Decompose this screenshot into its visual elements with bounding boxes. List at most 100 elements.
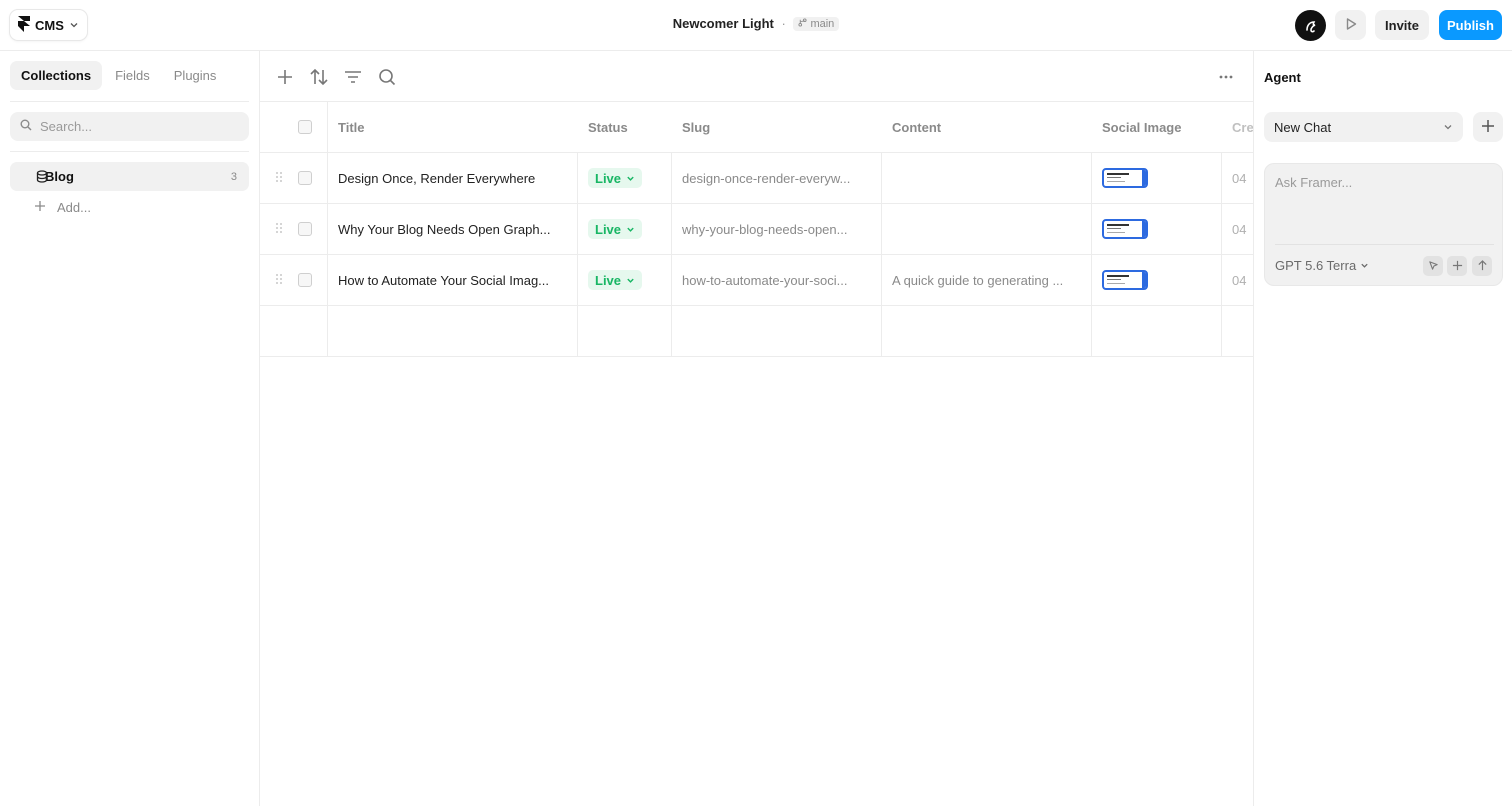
empty-cell[interactable] [882,306,1092,356]
column-header-status[interactable]: Status [578,102,672,152]
content-cell[interactable] [882,204,1092,254]
invite-button[interactable]: Invite [1375,10,1429,40]
table-row[interactable]: Why Your Blog Needs Open Graph... Live w… [260,204,1253,255]
drag-handle-icon[interactable] [275,273,283,288]
slug-cell[interactable]: design-once-render-everyw... [672,153,882,203]
column-header-content[interactable]: Content [882,102,1092,152]
agent-panel-title: Agent [1264,70,1301,85]
column-header-social-image[interactable]: Social Image [1092,102,1222,152]
title-cell[interactable]: Why Your Blog Needs Open Graph... [328,204,578,254]
add-item-plus-icon[interactable] [274,66,296,88]
created-cell[interactable]: 04 [1222,204,1253,254]
sidebar: Collections Fields Plugins Blog 3 Add... [0,51,260,806]
select-element-button[interactable] [1423,256,1443,276]
model-select-dropdown[interactable]: GPT 5.6 Terra [1275,258,1369,273]
branch-name: main [810,18,835,30]
add-collection-label: Add... [57,199,91,215]
sidebar-tabs: Collections Fields Plugins [10,61,227,90]
divider [10,101,249,102]
row-checkbox[interactable] [298,273,312,287]
created-text: 04 [1232,221,1247,237]
empty-new-row[interactable] [260,306,1253,357]
slug-text: why-your-blog-needs-open... [682,221,848,237]
arrow-up-icon [1477,259,1488,274]
content-cell[interactable]: A quick guide to generating ... [882,255,1092,305]
empty-cell[interactable] [328,306,578,356]
chat-select-dropdown[interactable]: New Chat [1264,112,1463,142]
main-content: Title Status Slug Content Social Image C… [260,51,1253,806]
divider [1275,244,1494,245]
title-cell[interactable]: How to Automate Your Social Imag... [328,255,578,305]
chevron-down-icon [626,222,635,237]
created-cell[interactable]: 04 [1222,153,1253,203]
content-text: A quick guide to generating ... [892,272,1064,288]
chat-select-label: New Chat [1274,119,1332,135]
drag-handle-icon[interactable] [275,171,283,186]
status-dropdown[interactable]: Live [588,168,643,188]
agent-avatar-icon[interactable] [1295,10,1326,41]
plus-icon [34,200,46,215]
tab-plugins[interactable]: Plugins [163,61,228,90]
empty-cell[interactable] [578,306,672,356]
status-cell: Live [578,204,672,254]
agent-panel: Agent New Chat GPT 5.6 Terra [1253,51,1512,806]
table-row[interactable]: How to Automate Your Social Imag... Live… [260,255,1253,306]
drag-handle-icon[interactable] [275,222,283,237]
social-image-thumbnail[interactable] [1102,168,1148,188]
more-options-icon[interactable] [1215,66,1237,88]
social-image-thumbnail[interactable] [1102,219,1148,239]
play-icon [1344,17,1358,34]
tab-collections[interactable]: Collections [10,61,103,90]
row-select-cell [260,255,328,305]
status-dropdown[interactable]: Live [588,219,643,239]
tab-fields[interactable]: Fields [104,61,161,90]
search-input[interactable] [40,119,230,134]
status-label: Live [595,170,622,186]
collection-search[interactable] [10,112,249,141]
content-cell[interactable] [882,153,1092,203]
title-text: Design Once, Render Everywhere [338,170,536,186]
prompt-input[interactable] [1275,175,1494,235]
cms-table: Title Status Slug Content Social Image C… [260,102,1253,357]
search-icon[interactable] [376,66,398,88]
sort-icon[interactable] [308,66,330,88]
created-text: 04 [1232,272,1247,288]
column-header-title[interactable]: Title [328,102,578,152]
cursor-arrow-icon [1428,259,1439,274]
column-header-slug[interactable]: Slug [672,102,882,152]
social-image-thumbnail[interactable] [1102,270,1148,290]
table-row[interactable]: Design Once, Render Everywhere Live desi… [260,153,1253,204]
status-dropdown[interactable]: Live [588,270,643,290]
status-cell: Live [578,153,672,203]
branch-badge[interactable]: main [793,17,840,31]
column-header-created[interactable]: Cre [1222,102,1253,152]
project-name[interactable]: Newcomer Light [673,16,774,31]
chevron-down-icon [626,171,635,186]
chevron-down-icon [1443,120,1453,135]
social-image-cell[interactable] [1092,153,1222,203]
row-checkbox[interactable] [298,171,312,185]
slug-cell[interactable]: why-your-blog-needs-open... [672,204,882,254]
row-checkbox[interactable] [298,222,312,236]
add-collection-button[interactable]: Add... [34,197,91,217]
filter-icon[interactable] [342,66,364,88]
new-chat-button[interactable] [1473,112,1503,142]
select-all-checkbox[interactable] [298,120,312,134]
sidebar-item-blog[interactable]: Blog 3 [10,162,249,191]
empty-cell[interactable] [1092,306,1222,356]
social-image-cell[interactable] [1092,255,1222,305]
preview-button[interactable] [1335,10,1366,40]
title-cell[interactable]: Design Once, Render Everywhere [328,153,578,203]
created-text: 04 [1232,170,1247,186]
empty-cell[interactable] [1222,306,1253,356]
publish-button[interactable]: Publish [1439,10,1502,40]
attach-button[interactable] [1447,256,1467,276]
slug-cell[interactable]: how-to-automate-your-soci... [672,255,882,305]
collection-count: 3 [230,170,237,183]
social-image-cell[interactable] [1092,204,1222,254]
created-cell[interactable]: 04 [1222,255,1253,305]
title-text: How to Automate Your Social Imag... [338,272,550,288]
database-icon [36,170,48,186]
empty-cell[interactable] [672,306,882,356]
send-button[interactable] [1472,256,1492,276]
